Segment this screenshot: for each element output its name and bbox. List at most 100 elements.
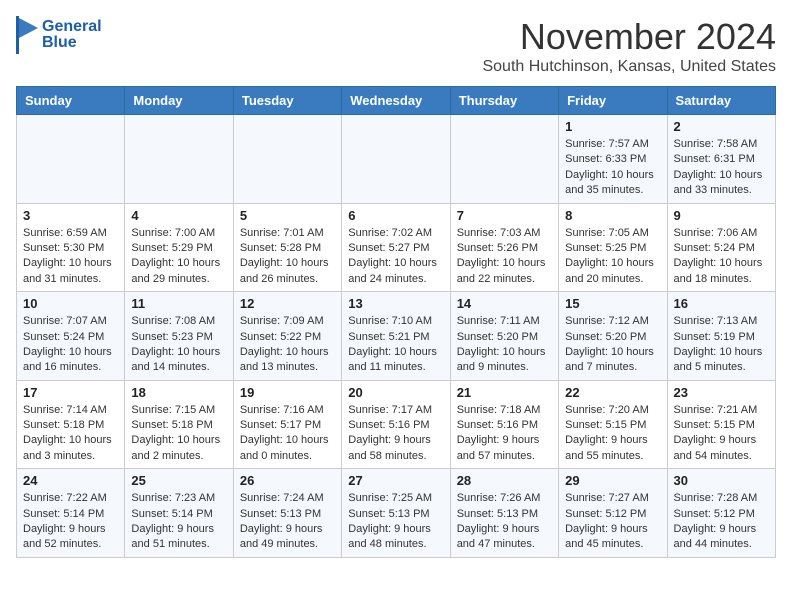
day-number: 8 (565, 208, 660, 223)
day-number: 19 (240, 385, 335, 400)
calendar-cell: 27Sunrise: 7:25 AMSunset: 5:13 PMDayligh… (342, 469, 450, 558)
cell-content: Sunrise: 7:03 AMSunset: 5:26 PMDaylight:… (457, 226, 552, 288)
week-row-4: 17 Sunrise: 7:14 AMSunset: 5:18 PMDayligh… (17, 380, 776, 469)
day-number: 5 (240, 208, 335, 223)
cell-content: Sunrise: 7:10 AMSunset: 5:21 PMDaylight:… (348, 314, 443, 376)
calendar-cell: 14 Sunrise: 7:11 AMSunset: 5:20 PMDayligh… (450, 292, 558, 381)
calendar-cell: 28Sunrise: 7:26 AMSunset: 5:13 PMDayligh… (450, 469, 558, 558)
day-number: 11 (131, 296, 226, 311)
day-number: 14 (457, 296, 552, 311)
calendar-cell (17, 115, 125, 204)
calendar-cell (450, 115, 558, 204)
day-number: 25 (131, 473, 226, 488)
day-number: 22 (565, 385, 660, 400)
cell-content: Sunrise: 7:02 AMSunset: 5:27 PMDaylight:… (348, 226, 443, 288)
calendar-cell: 5Sunrise: 7:01 AMSunset: 5:28 PMDaylight… (233, 203, 341, 292)
day-number: 24 (23, 473, 118, 488)
day-number: 28 (457, 473, 552, 488)
day-number: 23 (674, 385, 769, 400)
calendar-cell: 23 Sunrise: 7:21 AMSunset: 5:15 PMDayligh… (667, 380, 775, 469)
cell-content: Sunrise: 7:05 AMSunset: 5:25 PMDaylight:… (565, 226, 660, 288)
weekday-header-thursday: Thursday (450, 87, 558, 115)
cell-content: Sunrise: 7:57 AMSunset: 6:33 PMDaylight:… (565, 137, 660, 199)
calendar-cell: 13 Sunrise: 7:10 AMSunset: 5:21 PMDayligh… (342, 292, 450, 381)
location: South Hutchinson, Kansas, United States (482, 58, 776, 76)
day-number: 29 (565, 473, 660, 488)
logo-container: General Blue (16, 16, 102, 54)
calendar-cell: 6 Sunrise: 7:02 AMSunset: 5:27 PMDaylight… (342, 203, 450, 292)
day-number: 6 (348, 208, 443, 223)
calendar-cell: 10 Sunrise: 7:07 AMSunset: 5:24 PMDayligh… (17, 292, 125, 381)
calendar-cell: 3 Sunrise: 6:59 AMSunset: 5:30 PMDaylight… (17, 203, 125, 292)
week-row-2: 3 Sunrise: 6:59 AMSunset: 5:30 PMDaylight… (17, 203, 776, 292)
cell-content: Sunrise: 7:58 AMSunset: 6:31 PMDaylight:… (674, 137, 769, 199)
cell-content: Sunrise: 7:27 AMSunset: 5:12 PMDaylight:… (565, 491, 660, 553)
calendar-cell: 7 Sunrise: 7:03 AMSunset: 5:26 PMDaylight… (450, 203, 558, 292)
calendar-cell: 24 Sunrise: 7:22 AMSunset: 5:14 PMDayligh… (17, 469, 125, 558)
title-block: November 2024 South Hutchinson, Kansas, … (482, 16, 776, 76)
cell-content: Sunrise: 7:09 AMSunset: 5:22 PMDaylight:… (240, 314, 335, 376)
cell-content: Sunrise: 7:07 AMSunset: 5:24 PMDaylight:… (23, 314, 118, 376)
day-number: 7 (457, 208, 552, 223)
logo-flag-icon (16, 16, 38, 54)
day-number: 2 (674, 119, 769, 134)
calendar-cell: 4Sunrise: 7:00 AMSunset: 5:29 PMDaylight… (125, 203, 233, 292)
calendar-cell: 8 Sunrise: 7:05 AMSunset: 5:25 PMDaylight… (559, 203, 667, 292)
weekday-header-tuesday: Tuesday (233, 87, 341, 115)
calendar-cell: 11 Sunrise: 7:08 AMSunset: 5:23 PMDayligh… (125, 292, 233, 381)
day-number: 13 (348, 296, 443, 311)
logo-text-blue: Blue (42, 35, 102, 51)
day-number: 1 (565, 119, 660, 134)
day-number: 9 (674, 208, 769, 223)
calendar-cell: 18Sunrise: 7:15 AMSunset: 5:18 PMDayligh… (125, 380, 233, 469)
cell-content: Sunrise: 7:22 AMSunset: 5:14 PMDaylight:… (23, 491, 118, 553)
cell-content: Sunrise: 7:13 AMSunset: 5:19 PMDaylight:… (674, 314, 769, 376)
calendar-cell: 29 Sunrise: 7:27 AMSunset: 5:12 PMDayligh… (559, 469, 667, 558)
calendar-cell: 30Sunrise: 7:28 AMSunset: 5:12 PMDayligh… (667, 469, 775, 558)
week-row-5: 24 Sunrise: 7:22 AMSunset: 5:14 PMDayligh… (17, 469, 776, 558)
day-number: 18 (131, 385, 226, 400)
cell-content: Sunrise: 7:18 AMSunset: 5:16 PMDaylight:… (457, 403, 552, 465)
day-number: 20 (348, 385, 443, 400)
day-number: 15 (565, 296, 660, 311)
day-number: 12 (240, 296, 335, 311)
weekday-header-sunday: Sunday (17, 87, 125, 115)
calendar-cell: 9 Sunrise: 7:06 AMSunset: 5:24 PMDaylight… (667, 203, 775, 292)
calendar-cell: 26 Sunrise: 7:24 AMSunset: 5:13 PMDayligh… (233, 469, 341, 558)
cell-content: Sunrise: 7:25 AMSunset: 5:13 PMDaylight:… (348, 491, 443, 553)
cell-content: Sunrise: 7:23 AMSunset: 5:14 PMDaylight:… (131, 491, 226, 553)
cell-content: Sunrise: 7:16 AMSunset: 5:17 PMDaylight:… (240, 403, 335, 465)
weekday-header-monday: Monday (125, 87, 233, 115)
day-number: 3 (23, 208, 118, 223)
weekday-header-saturday: Saturday (667, 87, 775, 115)
calendar-cell: 19 Sunrise: 7:16 AMSunset: 5:17 PMDayligh… (233, 380, 341, 469)
logo: General Blue (16, 16, 102, 54)
calendar-cell (342, 115, 450, 204)
calendar-cell: 17 Sunrise: 7:14 AMSunset: 5:18 PMDayligh… (17, 380, 125, 469)
calendar-cell: 2 Sunrise: 7:58 AMSunset: 6:31 PMDaylight… (667, 115, 775, 204)
cell-content: Sunrise: 6:59 AMSunset: 5:30 PMDaylight:… (23, 226, 118, 288)
cell-content: Sunrise: 7:21 AMSunset: 5:15 PMDaylight:… (674, 403, 769, 465)
day-number: 30 (674, 473, 769, 488)
cell-content: Sunrise: 7:11 AMSunset: 5:20 PMDaylight:… (457, 314, 552, 376)
day-number: 17 (23, 385, 118, 400)
calendar-cell: 22 Sunrise: 7:20 AMSunset: 5:15 PMDayligh… (559, 380, 667, 469)
day-number: 4 (131, 208, 226, 223)
calendar: SundayMondayTuesdayWednesdayThursdayFrid… (16, 86, 776, 558)
logo-text-block: General Blue (42, 19, 102, 51)
day-number: 10 (23, 296, 118, 311)
weekday-header-friday: Friday (559, 87, 667, 115)
calendar-cell: 15Sunrise: 7:12 AMSunset: 5:20 PMDayligh… (559, 292, 667, 381)
day-number: 26 (240, 473, 335, 488)
cell-content: Sunrise: 7:08 AMSunset: 5:23 PMDaylight:… (131, 314, 226, 376)
cell-content: Sunrise: 7:24 AMSunset: 5:13 PMDaylight:… (240, 491, 335, 553)
logo-text-general: General (42, 19, 102, 35)
cell-content: Sunrise: 7:14 AMSunset: 5:18 PMDaylight:… (23, 403, 118, 465)
day-number: 21 (457, 385, 552, 400)
week-row-3: 10 Sunrise: 7:07 AMSunset: 5:24 PMDayligh… (17, 292, 776, 381)
day-number: 16 (674, 296, 769, 311)
cell-content: Sunrise: 7:17 AMSunset: 5:16 PMDaylight:… (348, 403, 443, 465)
calendar-cell: 25 Sunrise: 7:23 AMSunset: 5:14 PMDayligh… (125, 469, 233, 558)
cell-content: Sunrise: 7:20 AMSunset: 5:15 PMDaylight:… (565, 403, 660, 465)
cell-content: Sunrise: 7:06 AMSunset: 5:24 PMDaylight:… (674, 226, 769, 288)
